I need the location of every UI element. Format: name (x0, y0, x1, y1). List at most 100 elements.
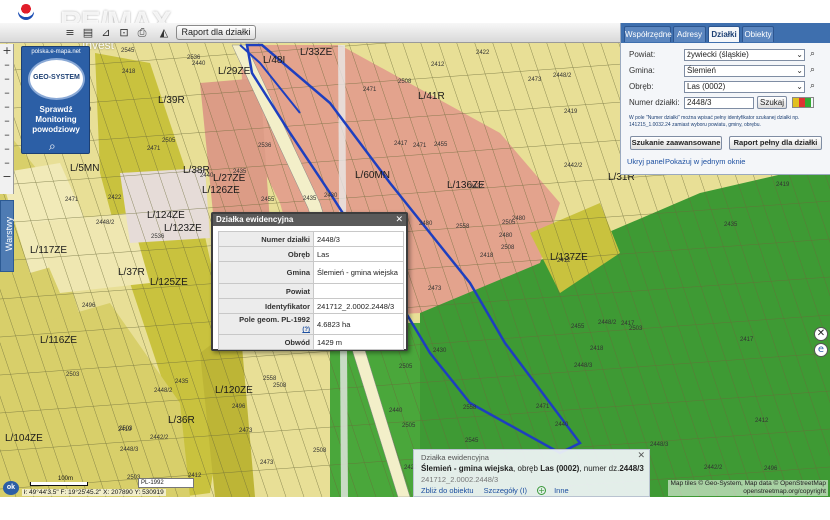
parcel-number-label: Numer działki: (629, 98, 680, 107)
popup-title: Działka ewidencyjna (216, 215, 294, 224)
parcel-number: 2558 (456, 224, 470, 230)
nav-step-icon[interactable]: – (0, 114, 14, 128)
parcel-number: 2448/2 (154, 388, 173, 394)
hide-panel-link[interactable]: Ukryj panel (627, 157, 665, 166)
close-icon[interactable]: ✕ (395, 214, 403, 226)
tab-obiekty[interactable]: Obiekty (742, 26, 774, 42)
zone-label: L/124ZE (147, 210, 185, 221)
gmina-select[interactable]: Ślemień ⌄ (684, 65, 805, 77)
parcel-number: 2471 (147, 146, 161, 152)
nav-step-icon[interactable]: – (0, 128, 14, 142)
parcel-number: 2422 (108, 195, 122, 201)
other-link[interactable]: Inne (554, 486, 569, 495)
geo-system-banner[interactable]: polska.e-mapa.net GEO-SYSTEM Sprawdź Mon… (21, 46, 90, 154)
parcel-number: 2473 (428, 286, 442, 292)
zone-label: L/120ZE (215, 385, 253, 396)
tab-dzialki[interactable]: Działki (708, 26, 740, 42)
search-icon[interactable]: ⌕ (810, 81, 815, 91)
report-button[interactable]: Raport dla działki (176, 25, 256, 40)
row-label: Pole geom. PL-1992 (?) (218, 313, 314, 335)
tab-adresy[interactable]: Adresy (673, 26, 706, 42)
parcel-number: 2536 (187, 55, 201, 61)
table-row: Pole geom. PL-1992 (?) 4.6823 ha (218, 313, 404, 335)
parcel-number: 2471 (65, 197, 79, 203)
parcel-number: 2417 (621, 321, 635, 327)
parcel-number: 2442/2 (150, 435, 169, 441)
info-button[interactable]: e (814, 343, 828, 357)
advanced-search-button[interactable]: Szukanie zaawansowane (630, 136, 722, 150)
attribution-line: Map tiles © Geo-System, Map data © OpenS… (670, 480, 826, 487)
parcel-number: 2417 (740, 337, 754, 343)
pan-up-icon[interactable]: – (0, 58, 14, 72)
parcel-number: 2440 (192, 61, 206, 67)
parcel-number: 2440 (200, 173, 214, 179)
pan-right-icon[interactable]: – (0, 86, 14, 100)
parcel-number: 2508 (313, 448, 327, 454)
parcel-number: 2471 (363, 87, 377, 93)
zoom-out-icon[interactable]: − (0, 170, 14, 184)
help-link[interactable]: (?) (302, 327, 310, 333)
parcel-number: 2536 (258, 143, 272, 149)
gmina-value: Ślemień (687, 66, 716, 75)
layers-tab[interactable]: Warstwy (0, 200, 14, 272)
full-report-button[interactable]: Raport pełny dla działki (729, 136, 822, 150)
parcel-number: 2496 (232, 404, 246, 410)
nav-step-icon[interactable]: – (0, 142, 14, 156)
parcel-number: 2448/2 (96, 220, 115, 226)
parcel-number: 2455 (434, 142, 448, 148)
parcel-number: 2473 (528, 77, 542, 83)
panel-tabs: Współrzędne Adresy Działki Obiekty (621, 23, 830, 43)
row-value: Las (313, 246, 404, 262)
print-icon[interactable]: ⎙ (134, 25, 150, 40)
zone-label: L/5MN (70, 163, 99, 174)
geo-promo: Sprawdź Monitoring powodziowy (32, 105, 80, 134)
row-label: Obwód (218, 334, 314, 350)
parcel-number-input[interactable]: 2448/3 (684, 97, 754, 109)
info-number-text: , numer dz. (579, 464, 620, 473)
table-row: Numer działki 2448/3 (218, 231, 404, 247)
geo-logo: GEO-SYSTEM (28, 58, 85, 100)
layers-icon[interactable]: ≡ (62, 25, 78, 40)
parcel-number: 2418 (122, 69, 136, 75)
zone-label: L/36R (168, 415, 195, 426)
nav-step-icon[interactable]: – (0, 156, 14, 170)
ok-button[interactable]: ok (3, 481, 19, 495)
projection-select[interactable]: PL-1992 (138, 478, 194, 488)
row-label: Identyfikator (218, 298, 314, 314)
plus-icon[interactable]: + (537, 486, 547, 495)
menu-icon[interactable]: ▤ (80, 25, 96, 40)
zoom-to-object-link[interactable]: Zbliż do obiektu (421, 486, 474, 495)
table-row: Gmina Ślemień - gmina wiejska (218, 261, 404, 284)
single-window-link[interactable]: Pokażuj w jednym oknie (665, 157, 745, 166)
top-toolbar: ≡ ▤ ⊿ ⊡ ⎙ ◭ Raport dla działki (0, 23, 620, 43)
row-label: Powiat (218, 283, 314, 299)
close-icon[interactable]: ✕ (637, 451, 645, 461)
details-link[interactable]: Szczegóły (I) (484, 486, 527, 495)
obreb-select[interactable]: Las (0002) ⌄ (684, 81, 805, 93)
parcel-number: 2418 (480, 253, 494, 259)
parcel-number: 2440 (389, 408, 403, 414)
parcel-number: 2412 (557, 258, 571, 264)
parcel-number: 2496 (82, 303, 96, 309)
color-legend-icon[interactable] (792, 97, 814, 108)
powiat-select[interactable]: żywiecki (śląskie) ⌄ (684, 49, 805, 61)
parcel-number: 2448/3 (120, 447, 139, 453)
measure-icon[interactable]: ◭ (156, 25, 172, 40)
pan-left-icon[interactable]: – (0, 72, 14, 86)
parcel-number: 2455 (571, 324, 585, 330)
parcel-number: 2430 (324, 193, 338, 199)
search-button[interactable]: Szukaj (757, 96, 787, 109)
zoom-in-icon[interactable]: + (0, 44, 14, 58)
tab-wspolrzedne[interactable]: Współrzędne (624, 26, 672, 42)
search-icon[interactable]: ⌕ (810, 49, 815, 59)
attribution-line[interactable]: openstreetmap.org/copyright (670, 488, 826, 496)
left-navigation: + – – – – – – – – − (0, 44, 14, 194)
parcel-number: 2473 (260, 460, 274, 466)
cart-icon[interactable]: ⊡ (116, 25, 132, 40)
search-icon[interactable]: ⌕ (810, 65, 815, 75)
pan-down-icon[interactable]: – (0, 100, 14, 114)
table-row: Powiat (218, 283, 404, 299)
close-overlay-button[interactable]: ✕ (814, 327, 828, 341)
ruler-icon[interactable]: ⊿ (98, 25, 114, 40)
parcel-number: 2442/2 (704, 465, 723, 471)
